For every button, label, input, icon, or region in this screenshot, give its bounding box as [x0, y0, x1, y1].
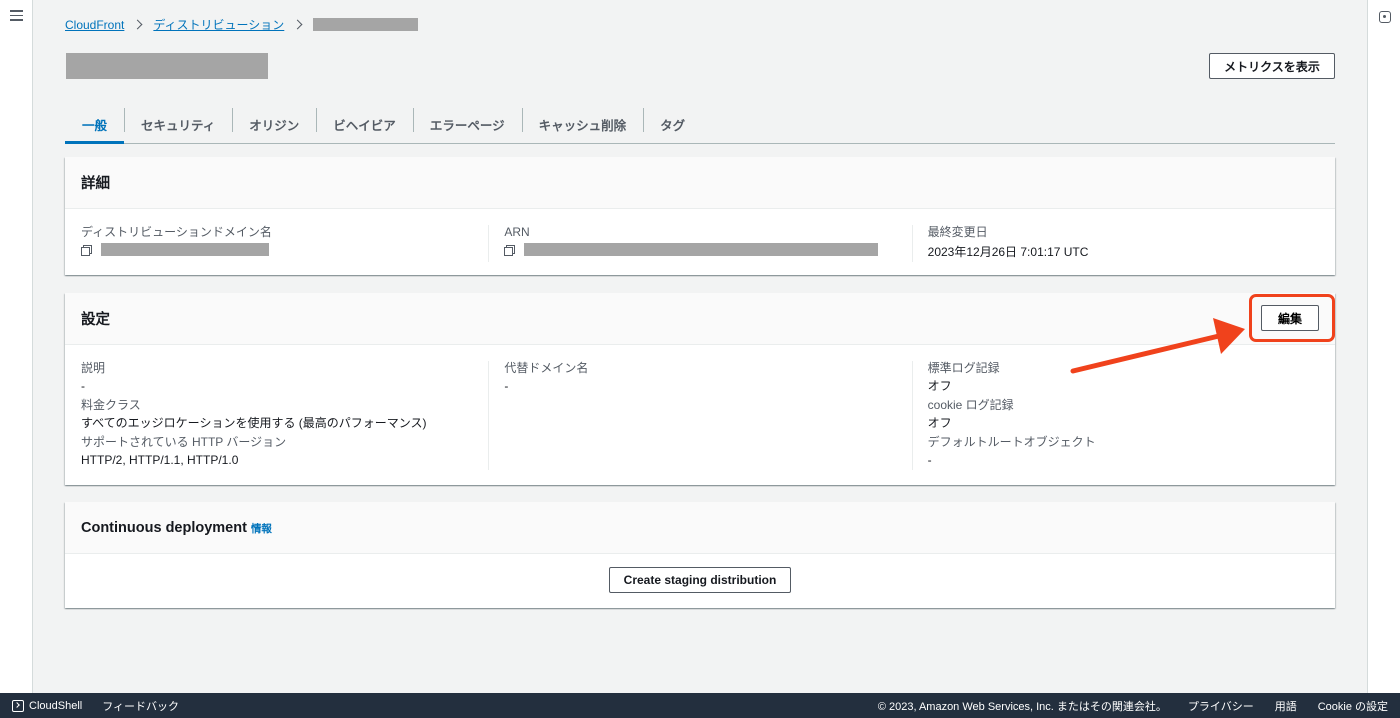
- continuous-deployment-panel: Continuous deployment 情報 Create staging …: [65, 502, 1335, 608]
- last-modified-column: 最終変更日 2023年12月26日 7:01:17 UTC: [911, 223, 1335, 262]
- http-versions-value: HTTP/2, HTTP/1.1, HTTP/1.0: [81, 453, 239, 467]
- description-value: -: [81, 379, 85, 393]
- terminal-icon: [12, 699, 24, 712]
- privacy-link[interactable]: プライバシー: [1188, 698, 1254, 714]
- tab-behaviors[interactable]: ビヘイビア: [316, 105, 413, 143]
- cloudshell-label: CloudShell: [29, 699, 83, 712]
- settings-hex-icon[interactable]: [1379, 11, 1391, 23]
- view-metrics-button[interactable]: メトリクスを表示: [1209, 53, 1335, 79]
- domain-name-column: ディストリビューションドメイン名: [65, 223, 488, 262]
- arn-label: ARN: [504, 225, 530, 239]
- cookie-logging-value: オフ: [927, 416, 952, 430]
- left-navigation-rail: [0, 0, 33, 693]
- default-root-object-label: デフォルトルートオブジェクト: [927, 435, 1096, 449]
- terms-link[interactable]: 用語: [1275, 698, 1297, 714]
- tab-security[interactable]: セキュリティ: [124, 105, 232, 143]
- details-title: 詳細: [65, 157, 1335, 209]
- cookie-logging-label: cookie ログ記録: [927, 398, 1014, 412]
- breadcrumb-cloudfront-link[interactable]: CloudFront: [65, 18, 124, 32]
- details-panel: 詳細 ディストリビューションドメイン名 ARN 最終変更日 2023年12月26…: [65, 157, 1335, 275]
- chevron-right-icon: [292, 19, 303, 30]
- settings-column-1: 説明 - 料金クラス すべてのエッジロケーションを使用する (最高のパフォーマン…: [65, 359, 488, 470]
- default-root-object-value: -: [927, 453, 932, 467]
- redacted-distribution-id: [313, 18, 419, 31]
- breadcrumb-distributions-link[interactable]: ディストリビューション: [153, 16, 284, 33]
- feedback-link[interactable]: フィードバック: [102, 698, 179, 714]
- create-staging-distribution-button[interactable]: Create staging distribution: [609, 567, 791, 593]
- description-label: 説明: [81, 361, 106, 375]
- right-tools-rail: [1367, 0, 1400, 693]
- chevron-right-icon: [132, 19, 143, 30]
- info-link[interactable]: 情報: [251, 521, 272, 536]
- breadcrumb: CloudFront ディストリビューション: [65, 16, 419, 33]
- alternate-domain-label: 代替ドメイン名: [504, 361, 589, 375]
- tab-origins[interactable]: オリジン: [232, 105, 316, 143]
- http-versions-label: サポートされている HTTP バージョン: [81, 435, 287, 449]
- standard-logging-value: オフ: [927, 379, 952, 393]
- menu-icon[interactable]: [10, 10, 23, 21]
- settings-column-2: 代替ドメイン名 -: [488, 359, 911, 470]
- tab-invalidations[interactable]: キャッシュ削除: [521, 105, 644, 143]
- annotation-arrow-icon: [1070, 318, 1245, 374]
- alternate-domain-value: -: [504, 379, 509, 393]
- tab-error-pages[interactable]: エラーページ: [412, 105, 522, 143]
- cookie-preferences-link[interactable]: Cookie の設定: [1318, 698, 1388, 714]
- copyright-text: © 2023, Amazon Web Services, Inc. またはその関…: [877, 700, 1167, 713]
- price-class-label: 料金クラス: [81, 398, 141, 412]
- tab-general[interactable]: 一般: [65, 105, 125, 144]
- copy-icon[interactable]: [504, 244, 516, 256]
- redacted-page-title: [66, 53, 268, 79]
- redacted-domain-name: [101, 243, 269, 256]
- price-class-value: すべてのエッジロケーションを使用する (最高のパフォーマンス): [81, 416, 427, 430]
- cloudshell-button[interactable]: CloudShell: [12, 699, 83, 712]
- footer-bar: CloudShell フィードバック © 2023, Amazon Web Se…: [0, 693, 1400, 718]
- continuous-deployment-header: Continuous deployment 情報: [65, 502, 1335, 554]
- domain-name-label: ディストリビューションドメイン名: [81, 225, 272, 239]
- last-modified-value: 2023年12月26日 7:01:17 UTC: [927, 245, 1089, 259]
- copy-icon[interactable]: [81, 244, 92, 256]
- tab-bar: 一般 セキュリティ オリジン ビヘイビア エラーページ キャッシュ削除 タグ: [65, 105, 1335, 144]
- arn-column: ARN: [488, 223, 911, 262]
- tab-tags[interactable]: タグ: [643, 105, 702, 143]
- continuous-deployment-title: Continuous deployment: [81, 519, 247, 536]
- redacted-arn: [524, 243, 879, 256]
- last-modified-label: 最終変更日: [927, 225, 988, 239]
- main-content: CloudFront ディストリビューション メトリクスを表示 一般 セキュリテ…: [33, 0, 1367, 693]
